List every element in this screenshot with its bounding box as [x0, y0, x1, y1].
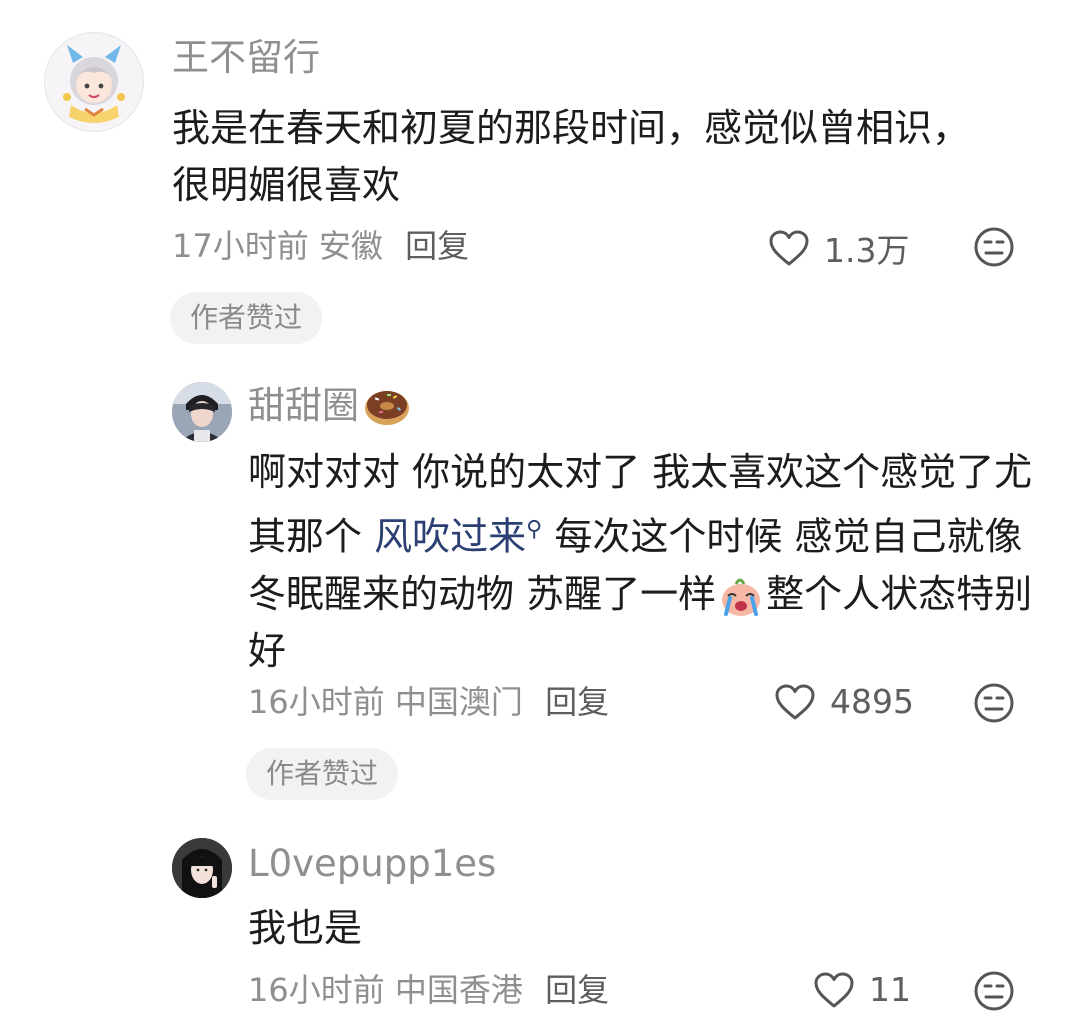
photo-avatar-icon: [172, 382, 232, 442]
anime-avatar-icon: [46, 34, 142, 130]
neutral-face-icon: [974, 227, 1014, 267]
comment-meta: 16小时前 中国香港 回复: [248, 970, 609, 1010]
username-text: 甜甜圈: [248, 384, 359, 427]
author-liked-badge: 作者赞过: [246, 748, 399, 800]
comment-time: 17小时前: [172, 227, 309, 265]
comment-item: 王不留行 我是在春天和初夏的那段时间，感觉似曾相识，很明媚很喜欢 17小时前 安…: [0, 0, 1080, 360]
avatar[interactable]: [44, 32, 144, 132]
author-liked-badge: 作者赞过: [170, 292, 323, 344]
comment-text: 我是在春天和初夏的那段时间，感觉似曾相识，很明媚很喜欢: [172, 106, 971, 207]
username[interactable]: 甜甜圈: [248, 384, 411, 428]
avatar[interactable]: [172, 838, 232, 898]
comment-location: 中国香港: [394, 971, 523, 1009]
like-count: 4895: [830, 682, 914, 721]
comment-location: 中国澳门: [394, 683, 523, 721]
dislike-button[interactable]: [973, 226, 1015, 272]
neutral-face-icon: [974, 683, 1014, 723]
reply-item: 甜甜圈 啊对对对 你说的太对了 我太喜欢这个感觉了尤其那个 风吹过来⚲ 每次这个…: [0, 360, 1080, 810]
avatar[interactable]: [172, 382, 232, 442]
heart-icon: [814, 972, 854, 1007]
reply-item: L0vepupp1es 我也是 16小时前 中国香港 回复 11: [0, 810, 1080, 1028]
crying-emoji-icon: [722, 578, 761, 617]
dislike-button[interactable]: [973, 970, 1015, 1016]
heart-icon: [769, 230, 809, 266]
like-button[interactable]: 4895: [774, 682, 914, 721]
username[interactable]: L0vepupp1es: [248, 842, 496, 886]
like-button[interactable]: 1.3万: [768, 224, 909, 272]
like-count: 1.3万: [824, 231, 910, 270]
comment-text: 我也是: [248, 906, 363, 950]
comment-text: 啊对对对 你说的太对了 我太喜欢这个感觉了尤其那个 风吹过来⚲ 每次这个时候 感…: [248, 444, 1038, 680]
reply-button[interactable]: 回复: [545, 971, 609, 1009]
like-count: 11: [869, 970, 911, 1009]
donut-emoji-icon: [365, 391, 409, 425]
username[interactable]: 王不留行: [172, 36, 320, 80]
like-button[interactable]: 11: [813, 970, 911, 1009]
comment-meta: 17小时前 安徽 回复: [172, 226, 469, 266]
comment-time: 16小时前: [248, 683, 385, 721]
comment-time: 16小时前: [248, 971, 385, 1009]
heart-icon: [775, 684, 815, 719]
photo-avatar-icon: [172, 838, 232, 898]
comment-meta: 16小时前 中国澳门 回复: [248, 682, 609, 722]
dislike-button[interactable]: [973, 682, 1015, 728]
search-link[interactable]: 风吹过来: [374, 515, 526, 559]
comment-location: 安徽: [318, 227, 383, 265]
search-icon[interactable]: ⚲: [526, 517, 542, 542]
neutral-face-icon: [974, 971, 1014, 1011]
reply-button[interactable]: 回复: [405, 227, 469, 265]
reply-button[interactable]: 回复: [545, 683, 609, 721]
